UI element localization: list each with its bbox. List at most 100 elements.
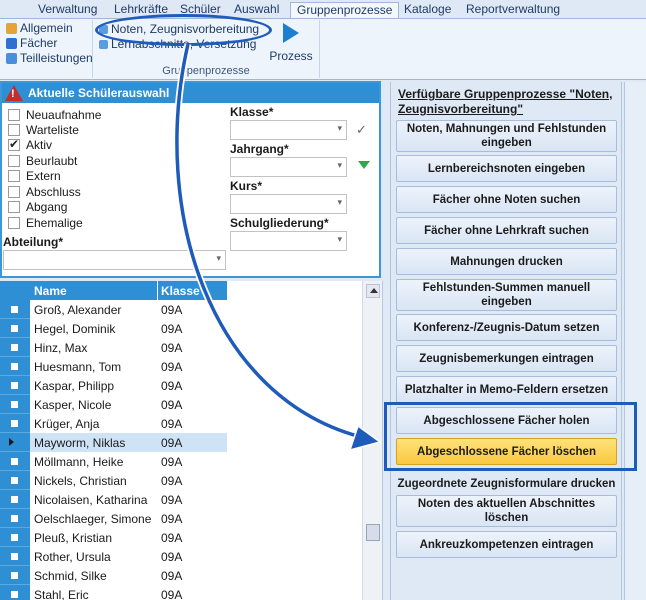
status-abgang[interactable]: Abgang [8,199,67,214]
row-selector[interactable] [0,414,30,433]
process-button[interactable]: Fehlstunden-Summen manuell eingeben [396,279,617,311]
table-row[interactable]: Huesmann, Tom 09A [0,357,227,376]
row-selector[interactable] [0,433,30,452]
row-selector[interactable] [0,471,30,490]
process-button[interactable]: Platzhalter in Memo-Feldern ersetzen [396,376,617,403]
tab-gruppenprozesse[interactable]: Gruppenprozesse [290,2,400,19]
tab-auswahl[interactable]: Auswahl [228,2,285,19]
table-row[interactable]: Rother, Ursula 09A [0,547,227,566]
table-row[interactable]: Pleuß, Kristian 09A [0,528,227,547]
checkbox[interactable] [8,169,20,182]
tab-reportverwaltung[interactable]: Reportverwaltung [460,2,566,19]
scroll-thumb[interactable] [366,524,380,541]
row-selector[interactable] [0,338,30,357]
table-row[interactable]: Schmid, Silke 09A [0,566,227,585]
row-selector[interactable] [0,452,30,471]
panel-title: Aktuelle Schülerauswahl [28,86,170,100]
process-button[interactable]: Ankreuzkompetenzen eintragen [396,531,617,558]
vertical-scrollbar[interactable] [362,281,382,600]
status-extern[interactable]: Extern [8,168,61,183]
checkbox-checked[interactable] [8,137,20,151]
table-row[interactable]: Hinz, Max 09A [0,338,227,357]
process-button[interactable]: Noten des aktuellen Abschnittes löschen [396,495,617,527]
abteilung-combo[interactable] [3,250,226,270]
checkbox[interactable] [8,108,20,121]
checkbox[interactable] [8,216,20,229]
row-selector[interactable] [0,376,30,395]
row-selector[interactable] [0,490,30,509]
kurs-combo[interactable] [230,194,347,214]
grid-header: Name Klasse [0,281,227,300]
status-aktiv[interactable]: Aktiv [8,137,52,152]
table-row[interactable]: Kaspar, Philipp 09A [0,376,227,395]
cell-klasse: 09A [161,569,183,583]
table-row[interactable]: Kasper, Nicole 09A [0,395,227,414]
process-button[interactable]: Abgeschlossene Fächer holen [396,407,617,434]
table-row[interactable]: Groß, Alexander 09A [0,300,227,319]
row-selector[interactable] [0,528,30,547]
cell-klasse: 09A [161,474,183,488]
filter-icon[interactable] [358,161,370,169]
process-button[interactable]: Lernbereichsnoten eingeben [396,155,617,182]
checkbox-label: Neuaufnahme [26,107,102,122]
row-selector[interactable] [0,319,30,338]
process-button[interactable]: Abgeschlossene Fächer löschen [396,438,617,465]
cell-name: Hinz, Max [34,341,88,355]
status-warteliste[interactable]: Warteliste [8,122,79,137]
allgemein-button[interactable]: Allgemein [6,21,90,36]
jahrgang-combo[interactable] [230,157,347,177]
row-selector[interactable] [0,300,30,319]
teilleistungen-button[interactable]: Teilleistungen [6,51,93,66]
noten-zeugnisvorbereitung-label: Noten, Zeugnisvorbereitung [111,22,260,36]
table-row[interactable]: Nicolaisen, Katharina 09A [0,490,227,509]
prozess-label: Prozess [269,49,313,63]
cell-name: Pleuß, Kristian [34,531,113,545]
process-button[interactable]: Noten, Mahnungen und Fehlstunden eingebe… [396,120,617,152]
status-abschluss[interactable]: Abschluss [8,184,81,199]
process-button[interactable]: Fächer ohne Lehrkraft suchen [396,217,617,244]
column-header-name[interactable]: Name [34,284,67,298]
checkbox[interactable] [8,200,20,213]
tab-verwaltung[interactable]: Verwaltung [32,2,103,19]
column-header-klasse[interactable]: Klasse [161,284,200,298]
scroll-up-icon[interactable] [366,284,380,298]
status-beurlaubt[interactable]: Beurlaubt [8,153,77,168]
lernabschnitte-icon [99,40,108,49]
row-selector[interactable] [0,357,30,376]
table-row[interactable]: Mayworm, Niklas 09A [0,433,227,452]
row-selector[interactable] [0,395,30,414]
row-selector[interactable] [0,509,30,528]
faecher-icon [6,38,17,49]
table-row[interactable]: Hegel, Dominik 09A [0,319,227,338]
table-row[interactable]: Krüger, Anja 09A [0,414,227,433]
table-row[interactable]: Nickels, Christian 09A [0,471,227,490]
klasse-combo[interactable] [230,120,347,140]
process-button[interactable]: Konferenz-/Zeugnis-Datum setzen [396,314,617,341]
cell-klasse: 09A [161,379,183,393]
tab-schueler[interactable]: Schüler [174,2,227,19]
tab-lehrkraefte[interactable]: Lehrkräfte [108,2,174,19]
schulgliederung-combo[interactable] [230,231,347,251]
cell-name: Nickels, Christian [34,474,127,488]
row-selector[interactable] [0,585,30,600]
table-row[interactable]: Möllmann, Heike 09A [0,452,227,471]
checkmark-icon[interactable]: ✓ [356,122,367,138]
right-side-strip [624,82,646,600]
status-ehemalige[interactable]: Ehemalige [8,215,83,230]
prozess-button[interactable]: Prozess [262,21,320,63]
process-button-partial[interactable]: Zugeordnete Zeugnisformulare drucken [396,478,617,490]
table-row[interactable]: Oelschlaeger, Simone 09A [0,509,227,528]
tab-kataloge[interactable]: Kataloge [398,2,457,19]
checkbox[interactable] [8,123,20,136]
row-selector[interactable] [0,547,30,566]
row-selector[interactable] [0,566,30,585]
status-neuaufnahme[interactable]: Neuaufnahme [8,107,101,122]
table-row[interactable]: Stahl, Eric 09A [0,585,227,600]
checkbox[interactable] [8,154,20,167]
process-button[interactable]: Mahnungen drucken [396,248,617,275]
checkbox[interactable] [8,185,20,198]
process-button[interactable]: Fächer ohne Noten suchen [396,186,617,213]
faecher-button[interactable]: Fächer [6,36,90,51]
cell-name: Möllmann, Heike [34,455,124,469]
process-button[interactable]: Zeugnisbemerkungen eintragen [396,345,617,372]
